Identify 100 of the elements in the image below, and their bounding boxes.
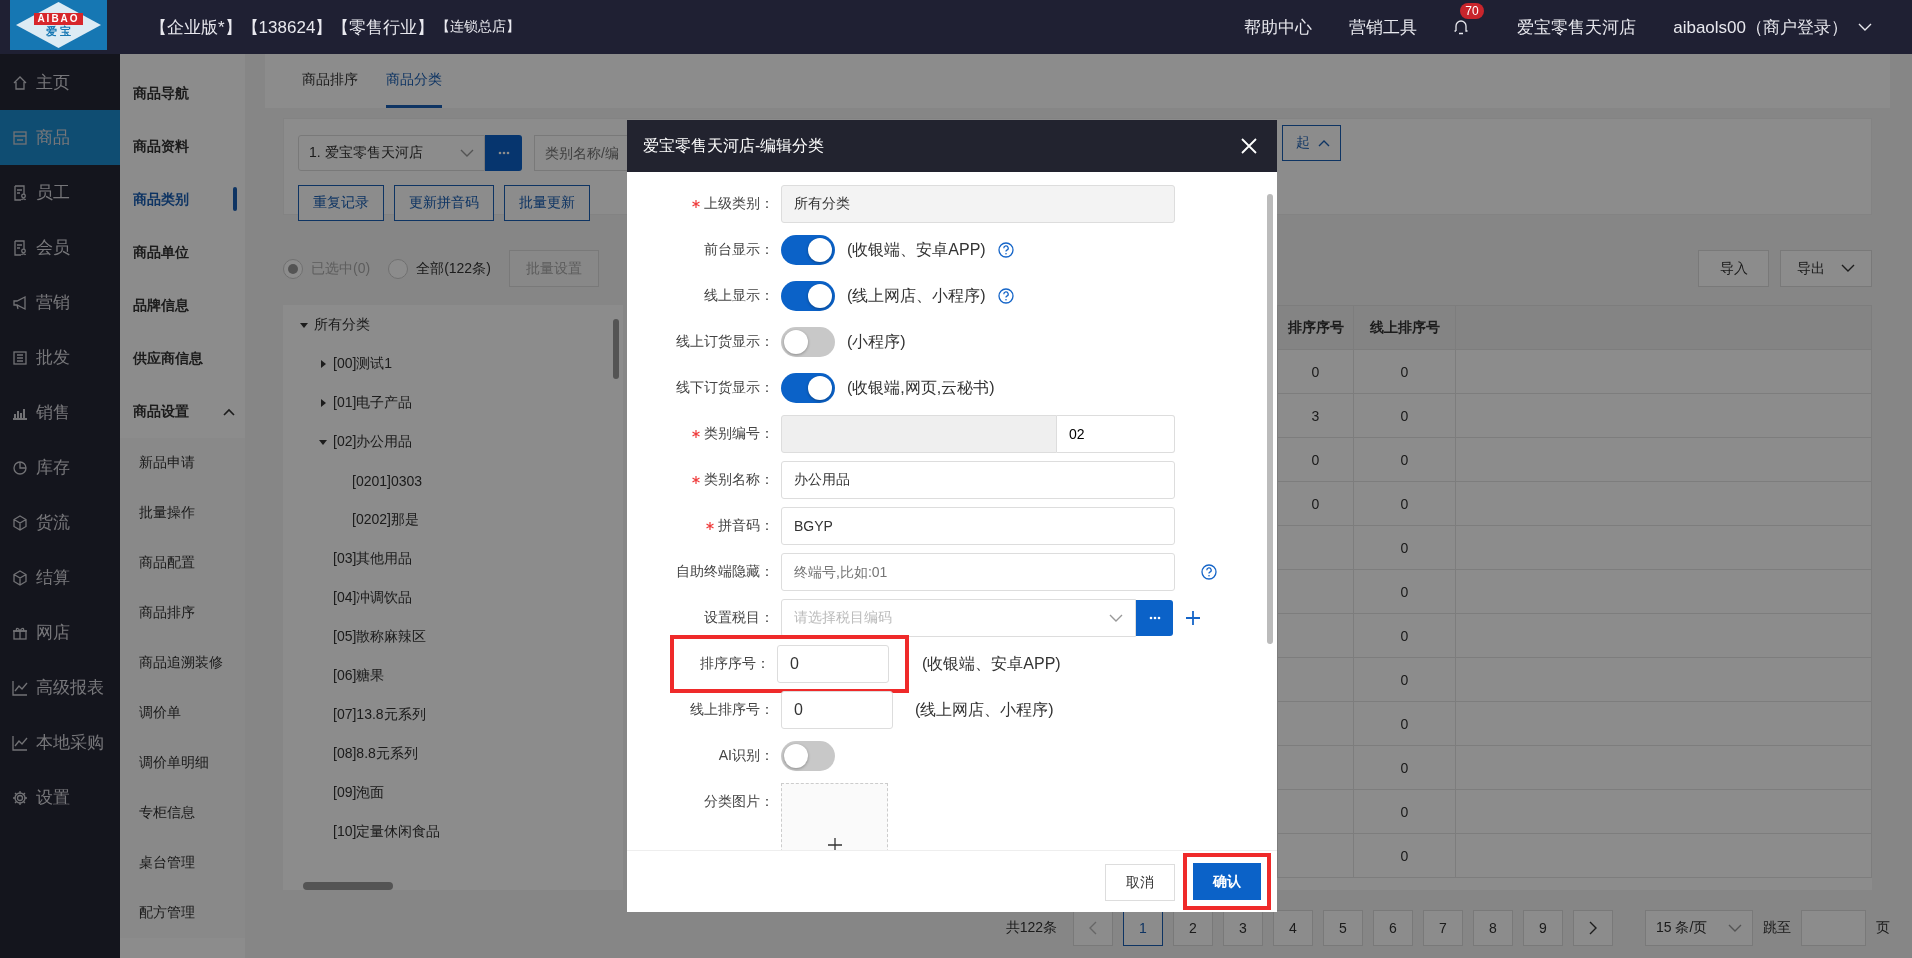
subnav-item[interactable]: 商品类别: [120, 173, 245, 226]
page-button[interactable]: 3: [1223, 910, 1263, 946]
megaphone-icon: [12, 294, 28, 311]
nav-item[interactable]: 网店: [0, 605, 120, 660]
chevron-down-icon: [1728, 923, 1742, 933]
tree-node[interactable]: [04]冲调饮品: [333, 588, 413, 607]
text-field[interactable]: BGYP: [781, 507, 1175, 545]
toggle-switch[interactable]: [781, 281, 835, 311]
page-button[interactable]: 6: [1373, 910, 1413, 946]
table-cell: 0: [1311, 363, 1320, 380]
nav-item[interactable]: 结算: [0, 550, 120, 605]
page-button[interactable]: 7: [1423, 910, 1463, 946]
bell-icon[interactable]: [1454, 19, 1469, 35]
subnav-item[interactable]: 品牌信息: [120, 279, 245, 332]
tree-node[interactable]: [01]电子产品: [333, 393, 413, 412]
help-icon[interactable]: [997, 242, 1014, 258]
field-note: (收银端,网页,云秘书): [847, 377, 995, 398]
tree-node[interactable]: 所有分类: [314, 315, 370, 334]
confirm-button[interactable]: 确认: [1193, 863, 1261, 900]
action-button[interactable]: 重复记录: [298, 185, 384, 221]
subnav-item[interactable]: 商品单位: [120, 226, 245, 279]
header-link[interactable]: 帮助中心: [1244, 15, 1313, 39]
search-field[interactable]: 类别名称/编: [534, 135, 628, 171]
user-menu[interactable]: aibaols00（商户登录）: [1673, 15, 1848, 39]
tree-node[interactable]: [07]13.8元系列: [333, 705, 426, 724]
nav-item[interactable]: 本地采购: [0, 715, 120, 770]
cancel-button[interactable]: 取消: [1105, 864, 1175, 901]
help-icon[interactable]: [1201, 564, 1217, 580]
collapse-button[interactable]: 起: [1282, 125, 1341, 161]
page-button[interactable]: 5: [1323, 910, 1363, 946]
tree-node[interactable]: [10]定量休闲食品: [333, 822, 441, 841]
text-field[interactable]: 办公用品: [781, 461, 1175, 499]
tree-node[interactable]: [02]办公用品: [333, 432, 413, 451]
subnav-item[interactable]: 商品导航: [120, 67, 245, 120]
toggle-switch[interactable]: [781, 741, 835, 771]
radio-label: 全部(122条): [416, 259, 491, 278]
field-label: 自助终端隐藏：: [676, 563, 774, 581]
nav-item[interactable]: 高级报表: [0, 660, 120, 715]
help-icon[interactable]: [997, 288, 1014, 304]
chevron-up-icon[interactable]: [223, 407, 235, 416]
nav-item[interactable]: 设置: [0, 770, 120, 825]
nav-item[interactable]: 库存: [0, 440, 120, 495]
nav-item[interactable]: 主页: [0, 55, 120, 110]
toggle-switch[interactable]: [781, 327, 835, 357]
nav-item[interactable]: 销售: [0, 385, 120, 440]
page-button[interactable]: 8: [1473, 910, 1513, 946]
page-button[interactable]: 9: [1523, 910, 1563, 946]
prev-page-button[interactable]: [1073, 910, 1113, 946]
nav-item[interactable]: 营销: [0, 275, 120, 330]
field-note: (收银端、安卓APP): [922, 653, 1061, 674]
column-header: 线上排序号: [1369, 318, 1440, 335]
subnav-item[interactable]: 供应商信息: [120, 332, 245, 385]
page-size-select[interactable]: 15 条/页: [1645, 910, 1753, 946]
header-link[interactable]: 营销工具: [1349, 15, 1418, 39]
field-note: (线上网店、小程序): [915, 699, 1054, 720]
nav-item[interactable]: 货流: [0, 495, 120, 550]
logo[interactable]: AIBAO 爱 宝: [10, 0, 107, 50]
field-note: (线上网店、小程序): [847, 285, 986, 306]
nav-item[interactable]: 批发: [0, 330, 120, 385]
tab[interactable]: 商品分类: [386, 54, 442, 108]
tree-node[interactable]: [0202]那是: [352, 510, 419, 529]
store-name[interactable]: 爱宝零售天河店: [1517, 15, 1637, 39]
number-field[interactable]: 0: [781, 691, 893, 729]
scrollbar[interactable]: [1267, 194, 1273, 644]
action-button[interactable]: 批量更新: [504, 185, 590, 221]
add-icon[interactable]: [1185, 610, 1201, 626]
tree-node[interactable]: [08]8.8元系列: [333, 744, 418, 763]
tree-node[interactable]: [03]其他用品: [333, 549, 413, 568]
code-field[interactable]: 02: [1057, 415, 1175, 453]
subnav-item[interactable]: 商品资料: [120, 120, 245, 173]
import-button[interactable]: 导入: [1698, 250, 1769, 287]
text-field[interactable]: 终端号,比如:01: [781, 553, 1175, 591]
tree-node[interactable]: [0201]0303: [352, 472, 423, 489]
table-cell: 0: [1400, 451, 1409, 468]
table-cell: 0: [1400, 759, 1409, 776]
tree-node[interactable]: [09]泡面: [333, 783, 385, 802]
subnav-group[interactable]: 商品设置: [133, 402, 189, 421]
page-button[interactable]: 4: [1273, 910, 1313, 946]
chevron-down-icon: [1858, 22, 1872, 32]
nav-item[interactable]: 会员: [0, 220, 120, 275]
nav-item[interactable]: 员工: [0, 165, 120, 220]
export-button[interactable]: 导出: [1780, 250, 1872, 287]
tree-node[interactable]: [05]散称麻辣区: [333, 627, 427, 646]
page-button[interactable]: 2: [1173, 910, 1213, 946]
tab[interactable]: 商品排序: [302, 54, 358, 108]
store-icon: [12, 129, 28, 146]
toggle-switch[interactable]: [781, 235, 835, 265]
store-select[interactable]: 1. 爱宝零售天河店: [298, 135, 485, 171]
number-field[interactable]: 0: [777, 645, 889, 683]
field-label: 线下订货显示：: [676, 379, 774, 397]
radio-button[interactable]: [388, 258, 409, 279]
tree-node[interactable]: [06]糖果: [333, 666, 385, 685]
field-label: 拼音码：: [718, 517, 774, 535]
scrollbar[interactable]: [613, 319, 619, 379]
page-button[interactable]: 1: [1123, 910, 1163, 946]
scrollbar[interactable]: [303, 882, 393, 890]
field-label: 线上排序号：: [690, 701, 774, 719]
toggle-switch[interactable]: [781, 373, 835, 403]
tree-node[interactable]: [00]测试1: [333, 354, 393, 373]
action-button[interactable]: 更新拼音码: [394, 185, 494, 221]
